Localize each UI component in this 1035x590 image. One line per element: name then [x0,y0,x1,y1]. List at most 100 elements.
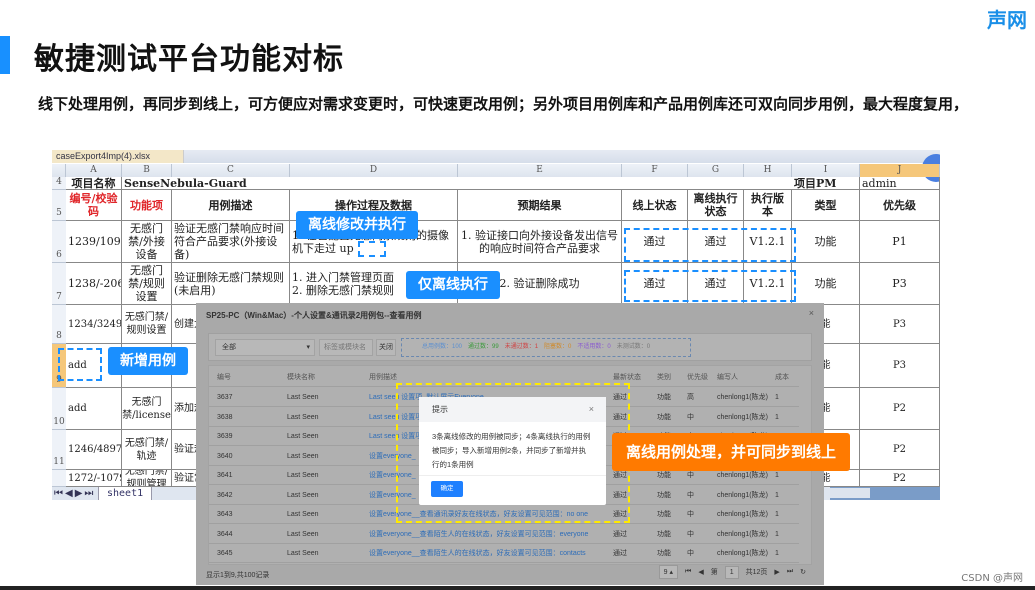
stat-item: 通过数：99 [468,344,499,350]
sheet-cell[interactable]: 离线执行状态 [688,190,744,221]
sheet-cell[interactable]: P1 [860,221,940,263]
row-header[interactable]: 11 [52,430,66,470]
file-tab[interactable]: caseExport4Imp(4).xlsx [52,150,184,163]
horizontal-scrollbar[interactable] [830,487,940,500]
page-size-select[interactable]: 9 ▴ [658,565,679,579]
sheet-cell[interactable]: P2 [860,388,940,430]
sheet-cell[interactable]: 1246/489754468 [66,430,122,470]
table-cell: 1 [775,511,779,518]
sheet-cell[interactable]: 1239/1097161387 [66,221,122,263]
table-cell[interactable]: 设置everyone__查看陌生人的在线状态，好友设置可见范围：everyone [369,525,588,544]
table-cell: 功能 [657,491,671,499]
pager-controls: 9 ▴ ⏮ ◀ 第 1 共12页 ▶ ⏭ ↻ [658,565,806,579]
sheet-cell[interactable]: P3 [860,263,940,305]
sheet-cell[interactable]: 1238/-2061555873 [66,263,122,305]
tag-search-input[interactable]: 标签或模块名 [319,339,373,356]
column-header-a[interactable]: A [66,164,122,177]
refresh-icon[interactable]: ↻ [800,568,806,576]
sheet-cell[interactable]: 功能项 [122,190,172,221]
sheet-cell[interactable]: P2 [860,470,940,487]
dialog-close-icon[interactable]: × [589,397,594,422]
row-header[interactable]: 8 [52,305,66,344]
sheet-cell[interactable]: 用例描述 [172,190,290,221]
column-header-i[interactable]: I [792,164,860,177]
column-header-j[interactable]: J [860,164,940,177]
sheet-cell[interactable]: 无感门禁/license [122,388,172,430]
last-page-icon[interactable]: ⏭ [787,568,793,576]
scrollbar-thumb[interactable] [830,488,870,498]
table-cell: 中 [687,511,694,518]
table-row[interactable]: 3645 Last Seen 设置everyone__查看陌生人的在线状态，好友设置… [209,544,799,563]
column-header-g[interactable]: G [688,164,744,177]
sheet-cell[interactable]: 执行版本 [744,190,792,221]
modal-close-icon[interactable]: × [809,308,814,318]
table-cell: 功能 [657,413,671,421]
sheet-cell[interactable]: SenseNebula-Guard [122,177,792,190]
column-header-b[interactable]: B [122,164,172,177]
sheet-tab[interactable]: sheet1 [98,487,153,500]
row-header[interactable]: 10 [52,388,66,430]
table-header-cell: 编写人 [717,374,738,381]
sheet-cell[interactable]: 功能 [792,263,860,305]
table-cell[interactable]: 设置everyone__查看陌生人的在线状态，好友设置可见范围：contacts [369,544,586,563]
sheet-cell[interactable]: 功能 [792,221,860,263]
brand-logo: 声网 [987,8,1027,32]
callout-offline-edit: 离线修改并执行 [296,211,418,239]
sheet-cell[interactable]: P3 [860,344,940,388]
close-filter-button[interactable]: 关闭 [376,339,396,356]
page-total: 共12页 [745,569,768,576]
sheet-cell[interactable]: 线上状态 [622,190,688,221]
row-header[interactable]: 6 [52,221,66,263]
column-header-h[interactable]: H [744,164,792,177]
sheet-cell[interactable]: 验证无感门禁响应时间符合产品要求(外接设备) [172,221,290,263]
table-cell: 通过 [613,530,627,538]
dialog-ok-button[interactable]: 确定 [431,481,463,497]
sheet-cell[interactable]: 项目PM [792,177,860,190]
filter-select[interactable]: 全部 ▾ [215,339,315,356]
sheet-cell[interactable]: 验证删除无感门禁规则(未启用) [172,263,290,305]
prev-page-icon[interactable]: ◀ [698,568,703,576]
select-all-corner[interactable] [52,164,66,177]
column-header-f[interactable]: F [622,164,688,177]
sheet-cell[interactable]: P2 [860,430,940,470]
table-header-cell: 优先级 [687,374,708,381]
column-header-c[interactable]: C [172,164,290,177]
dialog-body: 3条离线修改的用例被同步；4条离线执行的用例被同步；导入新增用例2条，并同步了新… [419,422,606,476]
row-header[interactable]: 7 [52,263,66,305]
table-cell: Last Seen [287,472,319,479]
sheet-cell[interactable]: 类型 [792,190,860,221]
table-cell: 3640 [217,452,233,460]
sheet-cell[interactable]: 无感门禁/规则设置 [122,263,172,305]
page-number-input[interactable]: 1 [724,565,739,579]
sheet-cell[interactable]: 无感门禁/外接设备 [122,221,172,263]
next-page-icon[interactable]: ▶ [774,568,779,576]
sheet-cell[interactable]: 1. 验证接口向外接设备发出信号的响应时间符合产品要求 [458,221,622,263]
sheet-nav-arrows[interactable]: ⏮◀▶⏭ [54,487,95,500]
pager-info: 显示1到9,共100记录 [206,572,270,579]
column-header-d[interactable]: D [290,164,458,177]
sheet-cell[interactable]: P3 [860,305,940,344]
row-header[interactable]: 4 [52,177,66,190]
first-page-icon[interactable]: ⏮ [685,568,691,576]
filter-select-value: 全部 [222,344,236,351]
row-header[interactable]: 5 [52,190,66,221]
sheet-cell[interactable]: 无感门禁/轨迹 [122,430,172,470]
sheet-cell[interactable]: 无感门禁/规则设置 [122,305,172,344]
sheet-cell[interactable]: 1272/-1079488571 [66,470,122,487]
sheet-cell[interactable]: 预期结果 [458,190,622,221]
callout-sync: 离线用例处理，并可同步到线上 [612,433,850,471]
sheet-cell[interactable]: 1234/324902682 [66,305,122,344]
sheet-cell[interactable]: 优先级 [860,190,940,221]
sheet-cell[interactable]: 项目名称 [66,177,122,190]
bottom-bar [0,586,1035,590]
table-row[interactable]: 3644 Last Seen 设置everyone__查看陌生人的在线状态，好友设置… [209,525,799,544]
sheet-cell[interactable]: 无感门禁/规则管理 [122,470,172,487]
stat-item: 未测试数：0 [616,344,651,350]
column-header-e[interactable]: E [458,164,622,177]
table-header-cell: 编号 [217,374,231,381]
sheet-cell[interactable]: admin [860,177,940,190]
table-cell: chenlong1(陈龙) [717,413,768,421]
row-header[interactable] [52,470,66,487]
sheet-cell[interactable]: 编号/校验码 [66,190,122,221]
sheet-cell[interactable]: add [66,388,122,430]
